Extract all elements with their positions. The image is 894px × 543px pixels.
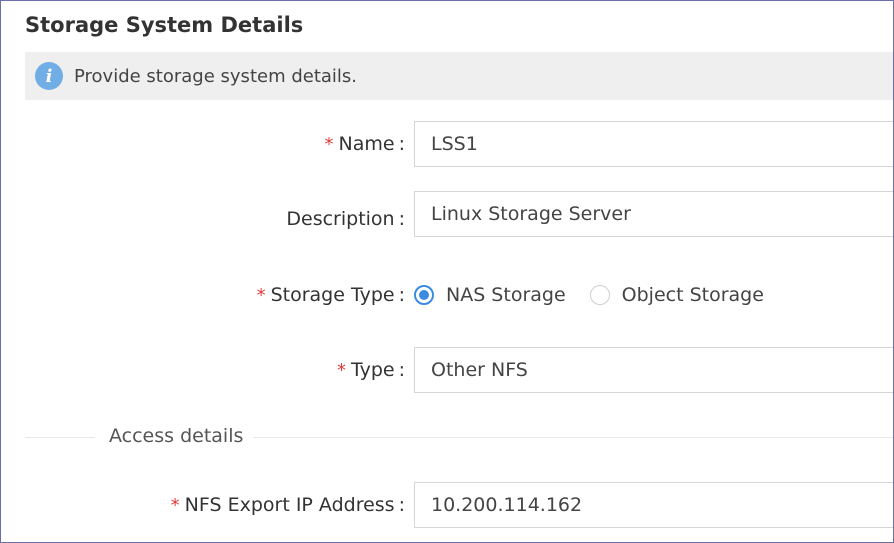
storage-details-panel: Storage System Details i Provide storage…: [0, 0, 894, 543]
type-value: Other NFS: [431, 359, 528, 381]
label-colon: :: [398, 208, 405, 230]
type-label-text: Type: [350, 359, 395, 381]
required-mark: *: [336, 359, 346, 381]
type-row: * Type : Other NFS: [1, 347, 893, 393]
name-value: LSS1: [431, 133, 478, 155]
nfs-ip-input[interactable]: 10.200.114.162: [414, 482, 893, 528]
section-divider-left: [25, 437, 95, 438]
storage-type-label: * Storage Type :: [257, 272, 405, 318]
name-label: * Name :: [325, 121, 405, 167]
radio-object-storage-label: Object Storage: [621, 284, 764, 306]
required-mark: *: [256, 284, 266, 306]
description-row: Description : Linux Storage Server: [1, 191, 893, 237]
page-title: Storage System Details: [25, 13, 304, 37]
label-colon: :: [398, 133, 405, 155]
label-colon: :: [398, 284, 405, 306]
nfs-ip-label-text: NFS Export IP Address: [184, 494, 395, 516]
description-value: Linux Storage Server: [431, 203, 631, 225]
section-divider-right: [253, 437, 893, 438]
name-row: * Name : LSS1: [1, 121, 893, 167]
info-icon: i: [35, 62, 63, 90]
nfs-ip-label: * NFS Export IP Address :: [171, 482, 405, 528]
required-mark: *: [324, 133, 334, 155]
radio-nas-storage-label: NAS Storage: [446, 284, 566, 306]
info-banner: i Provide storage system details.: [25, 52, 893, 100]
label-colon: :: [398, 494, 405, 516]
radio-unchecked-icon[interactable]: [589, 285, 610, 305]
info-text: Provide storage system details.: [74, 65, 358, 87]
storage-type-label-text: Storage Type: [270, 284, 395, 306]
type-label: * Type :: [337, 347, 405, 393]
section-heading-access-details: Access details: [109, 425, 244, 447]
radio-object-storage[interactable]: Object Storage: [589, 284, 764, 306]
description-label-text: Description: [286, 208, 395, 230]
nfs-ip-value: 10.200.114.162: [431, 494, 583, 516]
nfs-ip-row: * NFS Export IP Address : 10.200.114.162: [1, 482, 893, 528]
radio-nas-storage[interactable]: NAS Storage: [414, 284, 566, 306]
description-input[interactable]: Linux Storage Server: [414, 191, 893, 237]
storage-type-row: * Storage Type : NAS Storage Object Stor…: [1, 272, 893, 318]
name-input[interactable]: LSS1: [414, 121, 893, 167]
required-mark: *: [170, 494, 180, 516]
type-select[interactable]: Other NFS: [414, 347, 893, 393]
name-label-text: Name: [338, 133, 395, 155]
description-label: Description :: [286, 196, 405, 242]
label-colon: :: [398, 359, 405, 381]
storage-type-radio-group: NAS Storage Object Storage: [414, 272, 788, 318]
radio-checked-icon[interactable]: [414, 285, 434, 305]
